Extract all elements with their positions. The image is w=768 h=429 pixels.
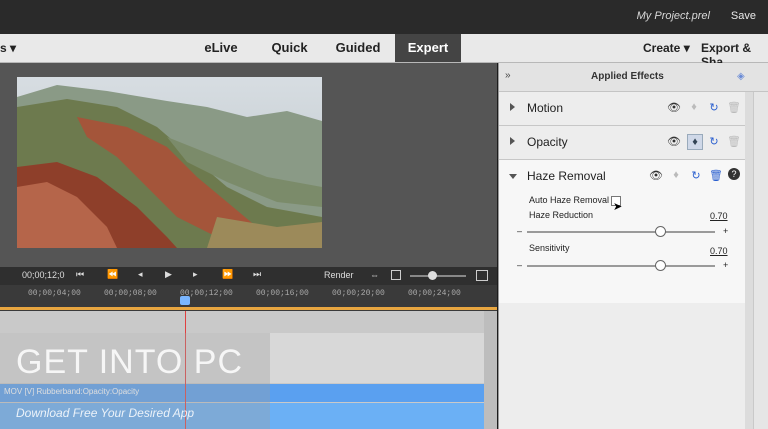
minus-icon[interactable]: – bbox=[517, 260, 522, 270]
monitor-panel bbox=[0, 63, 497, 268]
go-to-start-icon[interactable]: ⏮ bbox=[76, 269, 84, 280]
eye-icon[interactable]: 👁 bbox=[649, 168, 663, 182]
haze-reduction-knob[interactable] bbox=[655, 226, 666, 237]
zoom-slider[interactable] bbox=[410, 275, 466, 277]
effect-row-motion[interactable]: Motion 👁 ♦ ↻ 🗑 bbox=[499, 92, 745, 126]
timecode: 00;00;12;0 bbox=[22, 270, 65, 280]
step-back-icon[interactable]: ◂ bbox=[138, 269, 143, 280]
trash-icon[interactable]: 🗑 bbox=[709, 168, 723, 182]
haze-reduction-slider[interactable] bbox=[527, 231, 715, 233]
keyframe-icon[interactable]: ♦ bbox=[687, 134, 703, 150]
tab-quick[interactable]: Quick bbox=[262, 34, 317, 62]
effect-row-opacity[interactable]: Opacity 👁 ♦ ↻ 🗑 bbox=[499, 126, 745, 160]
auto-haze-label: Auto Haze Removal bbox=[529, 195, 610, 205]
minus-icon[interactable]: – bbox=[517, 226, 522, 236]
ruler-tick: 00;00;04;00 bbox=[28, 289, 81, 298]
step-forward-icon[interactable]: ▸ bbox=[193, 269, 198, 280]
left-menu-label[interactable]: s ▾ bbox=[0, 41, 16, 55]
applied-effects-panel: » Applied Effects ◈ Motion 👁 ♦ ↻ 🗑 Opaci… bbox=[498, 63, 768, 429]
ruler-tick: 00;00;24;00 bbox=[408, 289, 461, 298]
title-bar: My Project.prel Save bbox=[0, 0, 768, 34]
save-button[interactable]: Save bbox=[731, 10, 756, 22]
zoom-in-icon[interactable] bbox=[476, 270, 488, 281]
plus-icon[interactable]: + bbox=[723, 260, 728, 270]
help-icon[interactable]: ? bbox=[728, 168, 740, 180]
timeline-scrollbar[interactable] bbox=[484, 311, 497, 429]
ruler-tick: 00;00;20;00 bbox=[332, 289, 385, 298]
eye-icon[interactable]: 👁 bbox=[667, 100, 681, 114]
effect-name: Motion bbox=[527, 101, 564, 115]
expand-icon[interactable] bbox=[510, 137, 515, 145]
ruler-tick: 00;00;08;00 bbox=[104, 289, 157, 298]
reset-icon[interactable]: ↻ bbox=[689, 168, 703, 182]
cursor-icon: ➤ bbox=[613, 201, 623, 213]
keyframe-icon[interactable]: ♦ bbox=[669, 168, 683, 182]
next-clip-icon[interactable]: ⏩ bbox=[222, 269, 233, 280]
playhead-handle[interactable] bbox=[180, 296, 190, 305]
sensitivity-label: Sensitivity bbox=[529, 243, 570, 253]
haze-removal-controls: Auto Haze Removal ➤ Haze Reduction 0.70 … bbox=[499, 193, 745, 303]
collapse-icon[interactable] bbox=[509, 174, 517, 179]
tab-expert[interactable]: Expert bbox=[395, 34, 461, 62]
reset-icon[interactable]: ↻ bbox=[707, 134, 721, 148]
haze-reduction-value[interactable]: 0.70 bbox=[710, 211, 728, 221]
reset-icon[interactable]: ↻ bbox=[707, 100, 721, 114]
zoom-out-icon[interactable] bbox=[391, 270, 401, 280]
plus-icon[interactable]: + bbox=[723, 226, 728, 236]
trash-icon[interactable]: 🗑 bbox=[727, 100, 741, 114]
watermark-title: GET INTO PC bbox=[16, 343, 244, 381]
timeline-ruler[interactable]: 00;00;04;00 00;00;08;00 00;00;12;00 00;0… bbox=[0, 285, 497, 311]
expand-icon[interactable] bbox=[510, 103, 515, 111]
tab-guided[interactable]: Guided bbox=[328, 34, 388, 62]
panel-header: » Applied Effects ◈ bbox=[499, 63, 768, 92]
effect-row-haze-removal[interactable]: Haze Removal 👁 ♦ ↻ 🗑 ? bbox=[499, 160, 745, 193]
trash-icon[interactable]: 🗑 bbox=[727, 134, 741, 148]
haze-reduction-label: Haze Reduction bbox=[529, 210, 594, 220]
eye-icon[interactable]: 👁 bbox=[667, 134, 681, 148]
watermark-subtitle: Download Free Your Desired App bbox=[16, 406, 195, 420]
landscape-image bbox=[17, 77, 322, 248]
keyframe-icon[interactable]: ♦ bbox=[687, 100, 701, 114]
ruler-tick: 00;00;16;00 bbox=[256, 289, 309, 298]
work-area-bar bbox=[0, 307, 497, 310]
render-button[interactable]: Render bbox=[324, 270, 354, 280]
sensitivity-knob[interactable] bbox=[655, 260, 666, 271]
create-menu[interactable]: Create ▾ bbox=[643, 41, 690, 55]
go-to-end-icon[interactable]: ⏭ bbox=[253, 269, 261, 280]
tab-elive[interactable]: eLive bbox=[196, 34, 246, 62]
effect-name: Haze Removal bbox=[527, 169, 606, 183]
panel-title: Applied Effects bbox=[591, 71, 664, 82]
previous-clip-icon[interactable]: ⏪ bbox=[107, 269, 118, 280]
panel-menu-icon[interactable]: ◈ bbox=[737, 71, 745, 82]
fit-icon[interactable]: ⇔ bbox=[370, 270, 379, 280]
collapse-panel-icon[interactable]: » bbox=[505, 70, 511, 81]
mode-bar: s ▾ eLive Quick Guided Expert Create ▾ E… bbox=[0, 34, 768, 69]
sensitivity-value[interactable]: 0.70 bbox=[710, 246, 728, 256]
effect-name: Opacity bbox=[527, 135, 568, 149]
project-name: My Project.prel bbox=[636, 10, 710, 22]
video-preview bbox=[17, 77, 322, 248]
zoom-knob[interactable] bbox=[428, 271, 437, 280]
play-icon[interactable]: ▶ bbox=[165, 269, 172, 280]
panel-scrollbar[interactable] bbox=[745, 92, 753, 429]
side-strip bbox=[753, 92, 768, 429]
transport-bar: 00;00;12;0 ⏮ ⏪ ◂ ▶ ▸ ⏩ ⏭ Render ⇔ bbox=[0, 267, 497, 285]
sensitivity-slider[interactable] bbox=[527, 265, 715, 267]
